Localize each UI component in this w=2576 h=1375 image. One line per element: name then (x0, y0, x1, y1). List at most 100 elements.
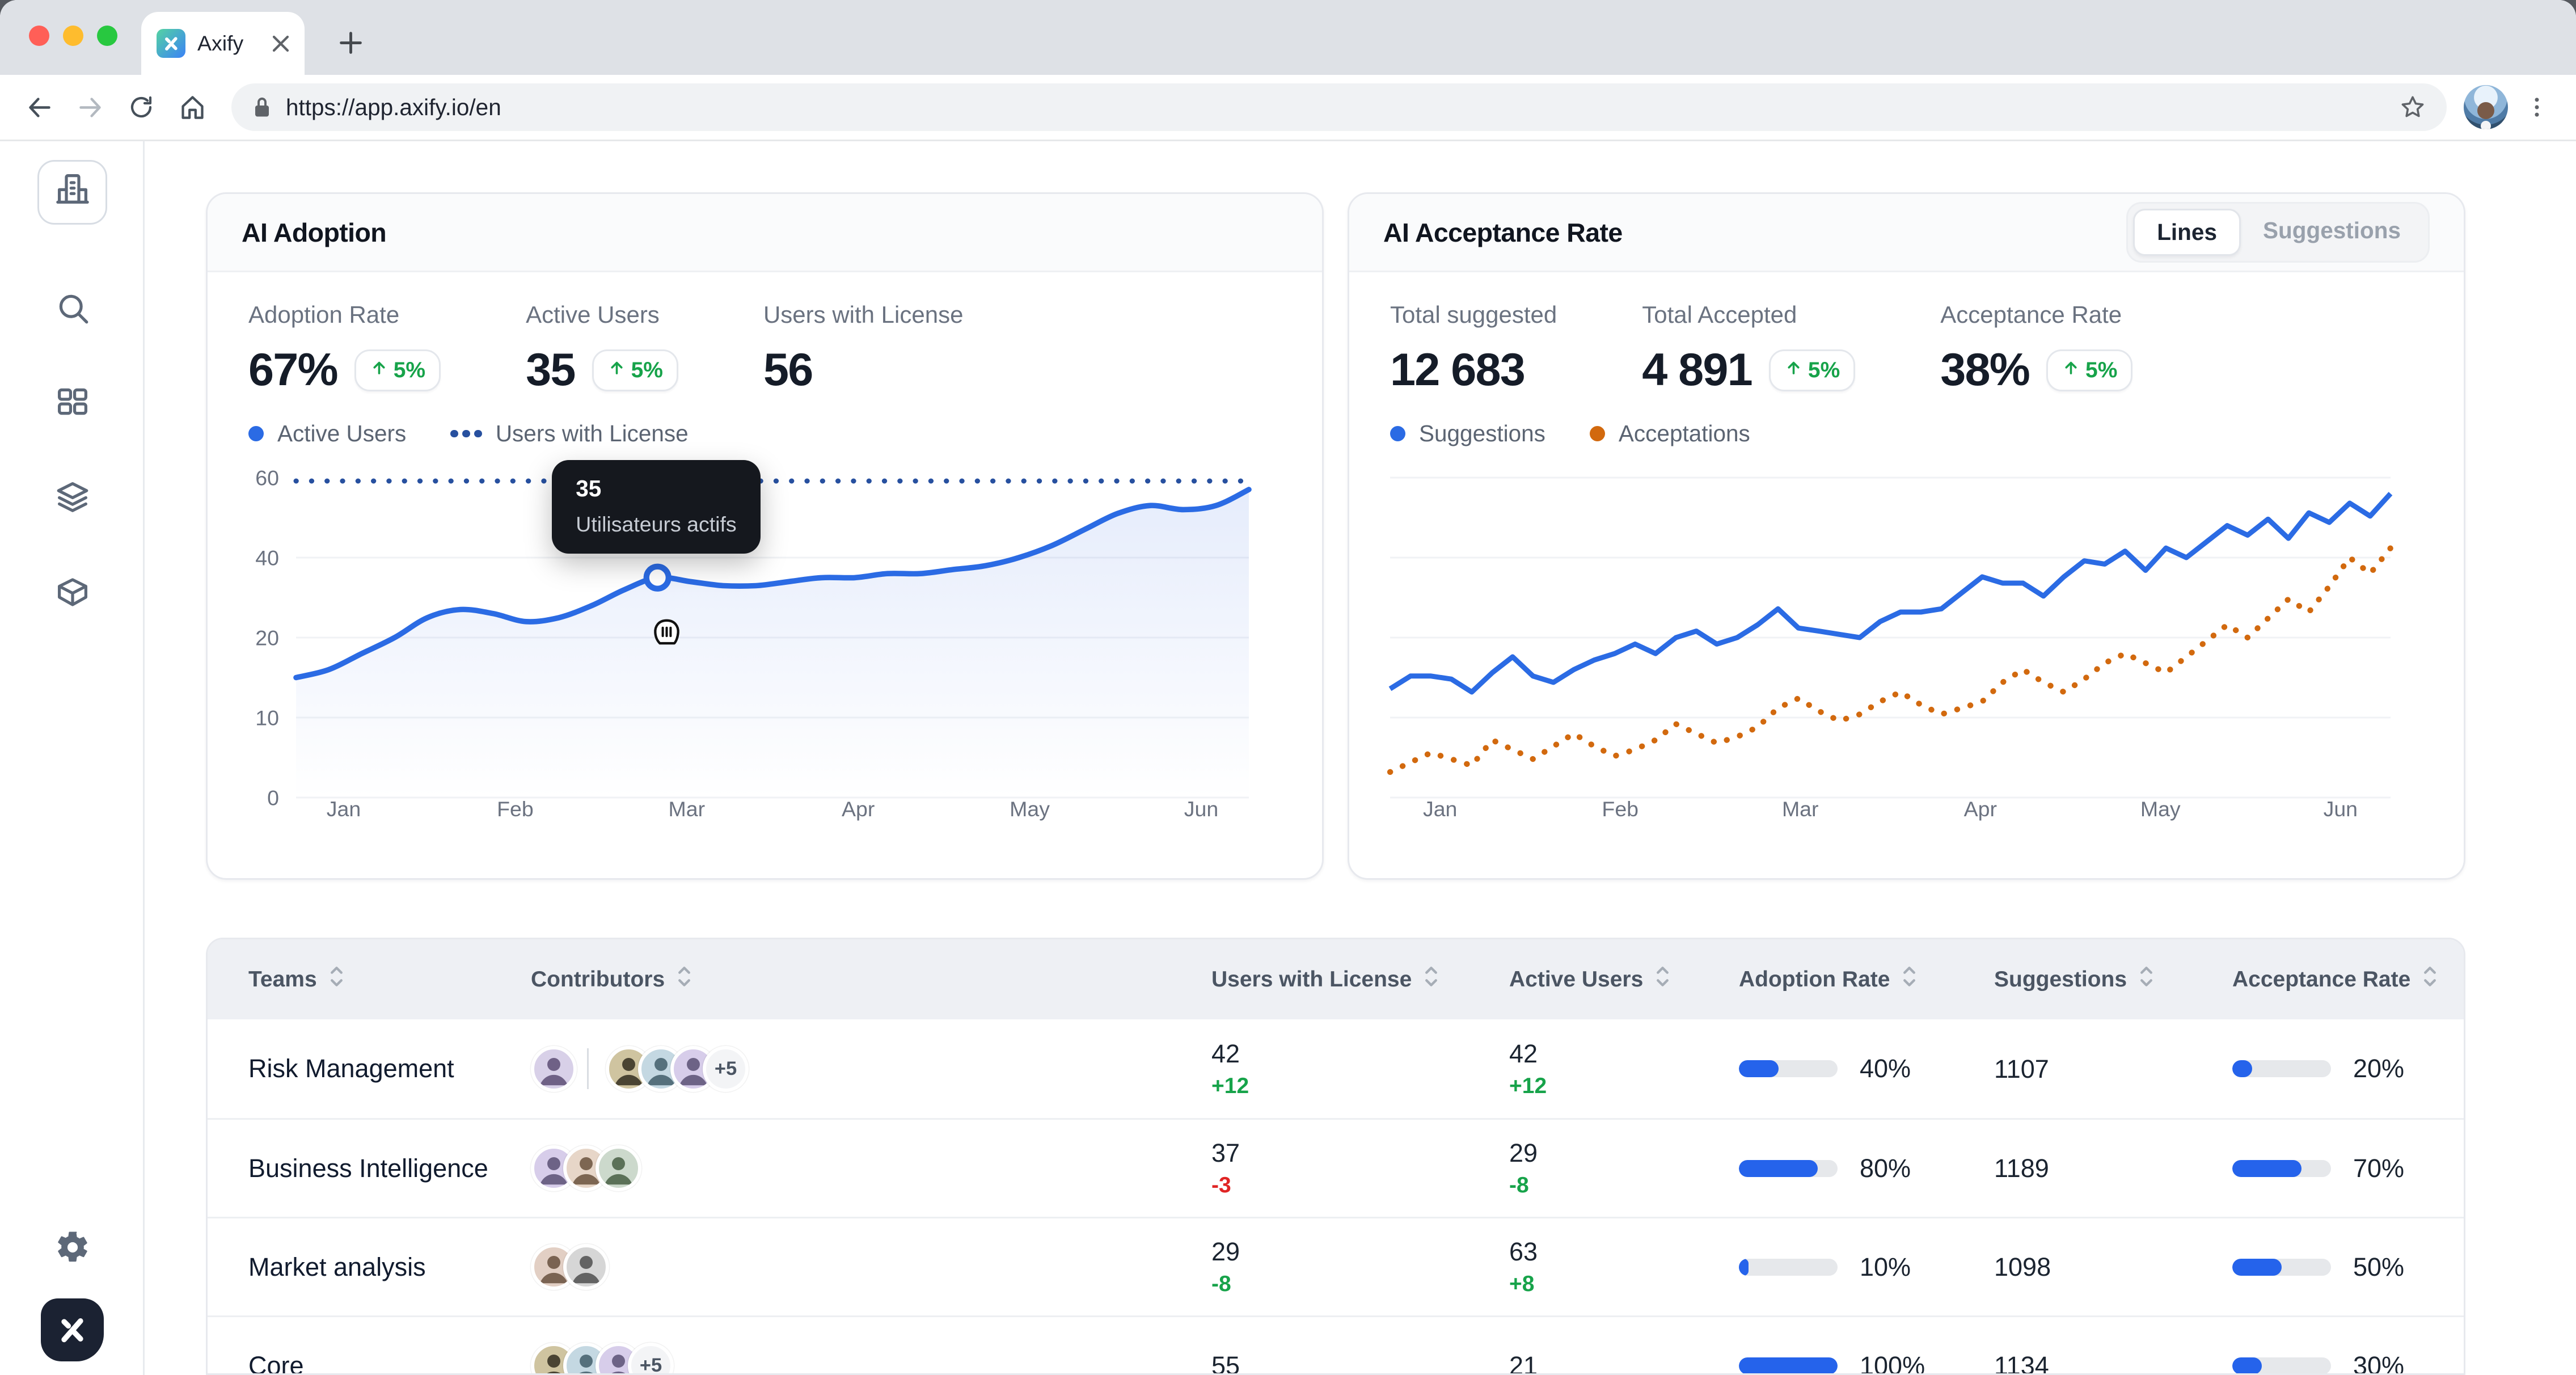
cell-value: 63 (1509, 1237, 1739, 1267)
search-icon (54, 289, 91, 334)
acceptance-rate-cell: 50% (2232, 1252, 2465, 1282)
progress-label: 100% (1860, 1351, 1925, 1375)
table-body: Risk Management+542+1242+1240%110720%Bus… (208, 1019, 2464, 1375)
column-header-adoption-rate[interactable]: Adoption Rate (1739, 965, 1994, 993)
suggestions-cell: 1098 (1994, 1251, 2232, 1283)
svg-text:Jan: Jan (1423, 797, 1457, 821)
ai-adoption-legend: Active Users Users with License (208, 403, 1322, 450)
progress-label: 20% (2353, 1054, 2404, 1083)
trend-up-icon (370, 358, 388, 383)
new-tab-button[interactable] (328, 20, 373, 65)
browser-tab[interactable]: Axify (141, 12, 305, 75)
url-text: https://app.axify.io/en (286, 94, 2385, 121)
column-header-acceptance-rate[interactable]: Acceptance Rate (2232, 965, 2465, 993)
minimize-window-button[interactable] (63, 26, 83, 46)
delta-badge: 5% (2046, 349, 2132, 391)
column-header-active-users[interactable]: Active Users (1509, 965, 1739, 993)
adoption-stat: Active Users355% (526, 301, 678, 397)
adoption-stat: Users with License56 (763, 301, 963, 397)
close-window-button[interactable] (29, 26, 49, 46)
svg-text:Jun: Jun (2324, 797, 2358, 821)
delta-badge: 5% (1769, 349, 1855, 391)
stat-value: 38% (1940, 344, 2029, 397)
users-with-license-cell: 29-8 (1211, 1237, 1509, 1297)
back-icon[interactable] (17, 85, 61, 129)
acceptance-rate-cell: 30% (2232, 1351, 2465, 1375)
adoption-rate-cell: 80% (1739, 1154, 1994, 1183)
tooltip-label: Utilisateurs actifs (576, 512, 736, 537)
stat-value: 35 (526, 344, 575, 397)
column-header-contributors[interactable]: Contributors (531, 965, 1211, 993)
progress-label: 30% (2353, 1351, 2404, 1375)
stat-value: 56 (763, 344, 813, 397)
table-row[interactable]: Risk Management+542+1242+1240%110720% (208, 1019, 2464, 1118)
progress-bar (1739, 1357, 1838, 1374)
more-contributors-badge: +5 (703, 1046, 749, 1092)
toggle-option-lines[interactable]: Lines (2133, 209, 2241, 256)
url-bar[interactable]: https://app.axify.io/en (231, 83, 2447, 131)
sidebar (0, 141, 145, 1375)
svg-text:Jan: Jan (327, 797, 361, 821)
users-with-license-cell: 37-3 (1211, 1138, 1509, 1198)
tooltip-value: 35 (576, 475, 736, 502)
dotted-series-marker (450, 430, 482, 438)
forward-icon[interactable] (68, 85, 112, 129)
cell-value: 21 (1509, 1351, 1739, 1375)
progress-label: 80% (1860, 1154, 1911, 1183)
stat-value: 12 683 (1390, 344, 1525, 397)
axify-logo (41, 1298, 104, 1361)
svg-text:60: 60 (255, 466, 279, 490)
team-name: Market analysis (208, 1252, 531, 1282)
cell-delta: +8 (1509, 1272, 1739, 1297)
cell-delta: +12 (1509, 1074, 1739, 1099)
stat-label: Acceptance Rate (1940, 301, 2132, 328)
progress-bar (1739, 1259, 1838, 1276)
legend-item: Users with License (450, 420, 688, 447)
column-header-teams[interactable]: Teams (208, 965, 531, 993)
sidebar-item-layers[interactable] (37, 468, 107, 533)
bookmark-star-icon[interactable] (2399, 94, 2426, 121)
legend-item: Active Users (248, 420, 406, 447)
sidebar-item-search[interactable] (37, 279, 107, 344)
browser-menu-icon[interactable] (2515, 85, 2559, 129)
sidebar-item-dashboard[interactable] (37, 373, 107, 437)
reload-icon[interactable] (119, 85, 163, 129)
column-header-suggestions[interactable]: Suggestions (1994, 965, 2232, 993)
toggle-option-suggestions[interactable]: Suggestions (2241, 209, 2423, 256)
adoption-rate-cell: 40% (1739, 1054, 1994, 1083)
cube-icon (54, 573, 91, 618)
table-row[interactable]: Business Intelligence37-329-880%118970% (208, 1118, 2464, 1217)
column-header-users-with-license[interactable]: Users with License (1211, 965, 1509, 993)
adoption-stat: Adoption Rate67%5% (248, 301, 441, 397)
home-icon[interactable] (170, 85, 214, 129)
sort-icon[interactable] (1900, 965, 1919, 993)
sidebar-item-organization[interactable] (37, 160, 107, 225)
browser-profile-avatar[interactable] (2464, 85, 2508, 129)
sort-icon[interactable] (2137, 965, 2156, 993)
active-users-cell: 21 (1509, 1351, 1739, 1375)
sidebar-item-cube[interactable] (37, 563, 107, 628)
users-with-license-cell: 42+12 (1211, 1039, 1509, 1099)
cell-value: 1107 (1994, 1055, 2049, 1083)
sort-icon[interactable] (1422, 965, 1441, 993)
cell-delta: -3 (1211, 1173, 1509, 1198)
table-row[interactable]: Core+55521100%113430% (208, 1315, 2464, 1375)
table-row[interactable]: Market analysis29-863+810%109850% (208, 1217, 2464, 1315)
column-label: Contributors (531, 967, 665, 992)
sort-icon[interactable] (327, 965, 346, 993)
ai-acceptance-chart[interactable]: JanFebMarAprMayJun (1370, 454, 2443, 832)
trend-up-icon (607, 358, 626, 383)
ai-adoption-chart[interactable]: 604020100JanFebMarAprMayJun 35 Utilisate… (228, 454, 1302, 832)
sort-icon[interactable] (675, 965, 694, 993)
stat-value: 4 891 (1642, 344, 1752, 397)
tab-close-icon[interactable] (272, 35, 289, 52)
sort-icon[interactable] (1653, 965, 1672, 993)
progress-bar (2232, 1259, 2331, 1276)
sort-icon[interactable] (2421, 965, 2439, 993)
active-users-cell: 29-8 (1509, 1138, 1739, 1198)
stat-value: 67% (248, 344, 337, 397)
maximize-window-button[interactable] (97, 26, 117, 46)
sidebar-item-settings[interactable] (37, 1218, 107, 1283)
ai-adoption-title: AI Adoption (242, 217, 386, 248)
legend-label: Acceptations (1619, 420, 1750, 447)
